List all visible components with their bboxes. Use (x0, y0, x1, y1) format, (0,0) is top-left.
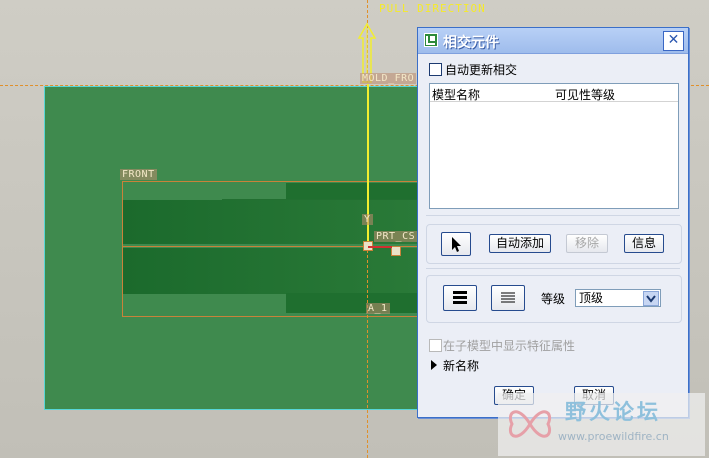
dialog-titlebar[interactable]: 相交元件 ✕ (418, 28, 688, 54)
close-icon: ✕ (667, 32, 680, 48)
section-divider (426, 215, 680, 216)
level-select[interactable]: 顶级 (575, 289, 661, 307)
watermark-brand: 野火论坛 (565, 400, 661, 424)
section-divider (426, 268, 680, 269)
level-all-button[interactable] (443, 285, 477, 311)
front-datum-label[interactable]: FRONT (120, 169, 157, 180)
dialog-title: 相交元件 (443, 35, 499, 51)
column-visibility-level[interactable]: 可见性等级 (555, 86, 615, 103)
select-component-button[interactable] (441, 232, 471, 256)
component-actions-group: 自动添加 移除 信息 (426, 224, 682, 264)
component-list[interactable]: 模型名称 可见性等级 (429, 83, 679, 209)
level-label: 等级 (541, 292, 566, 306)
prt-csys-label[interactable]: PRT_CS (374, 231, 418, 242)
column-model-name[interactable]: 模型名称 (432, 86, 480, 103)
expand-arrow-icon[interactable] (430, 359, 438, 371)
auto-add-button[interactable]: 自动添加 (489, 234, 551, 253)
mold-front-datum-label[interactable]: MOLD_FRO (360, 73, 417, 84)
bold-lines-icon (453, 291, 467, 304)
auto-update-checkbox[interactable] (429, 63, 442, 76)
part-outline (122, 181, 424, 317)
auto-update-label: 自动更新相交 (445, 63, 518, 77)
info-button[interactable]: 信息 (624, 234, 664, 253)
watermark-url: www.proewildfire.cn (558, 430, 669, 443)
level-lines-button[interactable] (491, 285, 525, 311)
pull-direction-label: PULL DIRECTION (379, 2, 486, 15)
close-button[interactable]: ✕ (663, 31, 684, 51)
chevron-down-icon[interactable] (643, 291, 659, 306)
level-select-value: 顶级 (579, 291, 604, 305)
show-features-checkbox[interactable] (429, 339, 442, 352)
new-name-label[interactable]: 新名称 (443, 357, 479, 374)
csys-marker (391, 246, 401, 256)
cursor-arrow-icon (452, 237, 461, 252)
y-axis-label: Y (362, 214, 373, 225)
butterfly-logo-icon (509, 410, 551, 438)
intersect-component-dialog: 相交元件 ✕ 自动更新相交 模型名称 可见性等级 自动添加 移除 信息 等级 顶… (417, 27, 689, 418)
thin-lines-icon (501, 292, 515, 303)
csys-x-axis (368, 246, 392, 248)
list-header: 模型名称 可见性等级 (430, 84, 678, 102)
level-group: 等级 顶级 (426, 275, 682, 323)
axis-a1-label[interactable]: A_1 (366, 303, 390, 314)
show-features-label: 在子模型中显示特征属性 (443, 339, 576, 353)
remove-button[interactable]: 移除 (566, 234, 608, 253)
site-watermark: 野火论坛 www.proewildfire.cn (498, 393, 705, 456)
intersect-component-icon (424, 33, 438, 47)
